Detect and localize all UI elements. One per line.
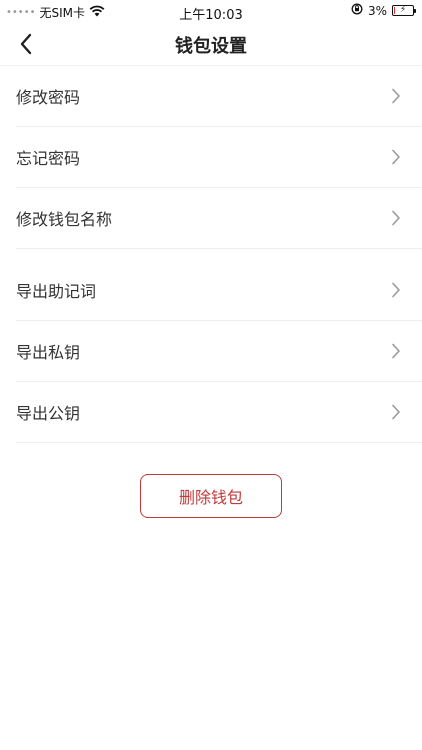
chevron-right-icon [390, 148, 402, 166]
orientation-lock-icon [351, 3, 363, 18]
chevron-right-icon [390, 403, 402, 421]
menu-item-rename-wallet[interactable]: 修改钱包名称 [16, 188, 422, 249]
menu-item-label: 修改密码 [16, 88, 81, 107]
page-title: 钱包设置 [175, 36, 247, 57]
battery-percent: 3% [367, 3, 387, 18]
menu-item-change-password[interactable]: 修改密码 [16, 66, 422, 127]
menu-item-label: 导出私钥 [16, 343, 81, 362]
battery-icon: ⚡ [392, 5, 416, 16]
menu-item-export-private-key[interactable]: 导出私钥 [16, 321, 422, 382]
delete-button-container: 删除钱包 [0, 474, 422, 518]
menu-item-label: 导出公钥 [16, 404, 81, 423]
settings-menu: 修改密码 忘记密码 修改钱包名称 导出助记词 导出私钥 导出公钥 [0, 66, 422, 443]
navigation-bar: 钱包设置 [0, 22, 422, 66]
chevron-right-icon [390, 87, 402, 105]
delete-wallet-button[interactable]: 删除钱包 [140, 474, 282, 518]
menu-item-forgot-password[interactable]: 忘记密码 [16, 127, 422, 188]
menu-item-label: 忘记密码 [16, 149, 81, 168]
menu-item-label: 导出助记词 [16, 282, 97, 301]
chevron-right-icon [390, 209, 402, 227]
chevron-right-icon [390, 281, 402, 299]
menu-item-export-mnemonic[interactable]: 导出助记词 [16, 260, 422, 321]
chevron-right-icon [390, 342, 402, 360]
menu-group-export: 导出助记词 导出私钥 导出公钥 [0, 260, 422, 443]
menu-item-label: 修改钱包名称 [16, 210, 113, 229]
status-right: 3% ⚡ [351, 3, 416, 18]
menu-group-password: 修改密码 忘记密码 修改钱包名称 [0, 66, 422, 249]
menu-item-export-public-key[interactable]: 导出公钥 [16, 382, 422, 443]
status-bar: ••••• 无SIM卡 上午10:03 3% ⚡ [0, 0, 422, 23]
